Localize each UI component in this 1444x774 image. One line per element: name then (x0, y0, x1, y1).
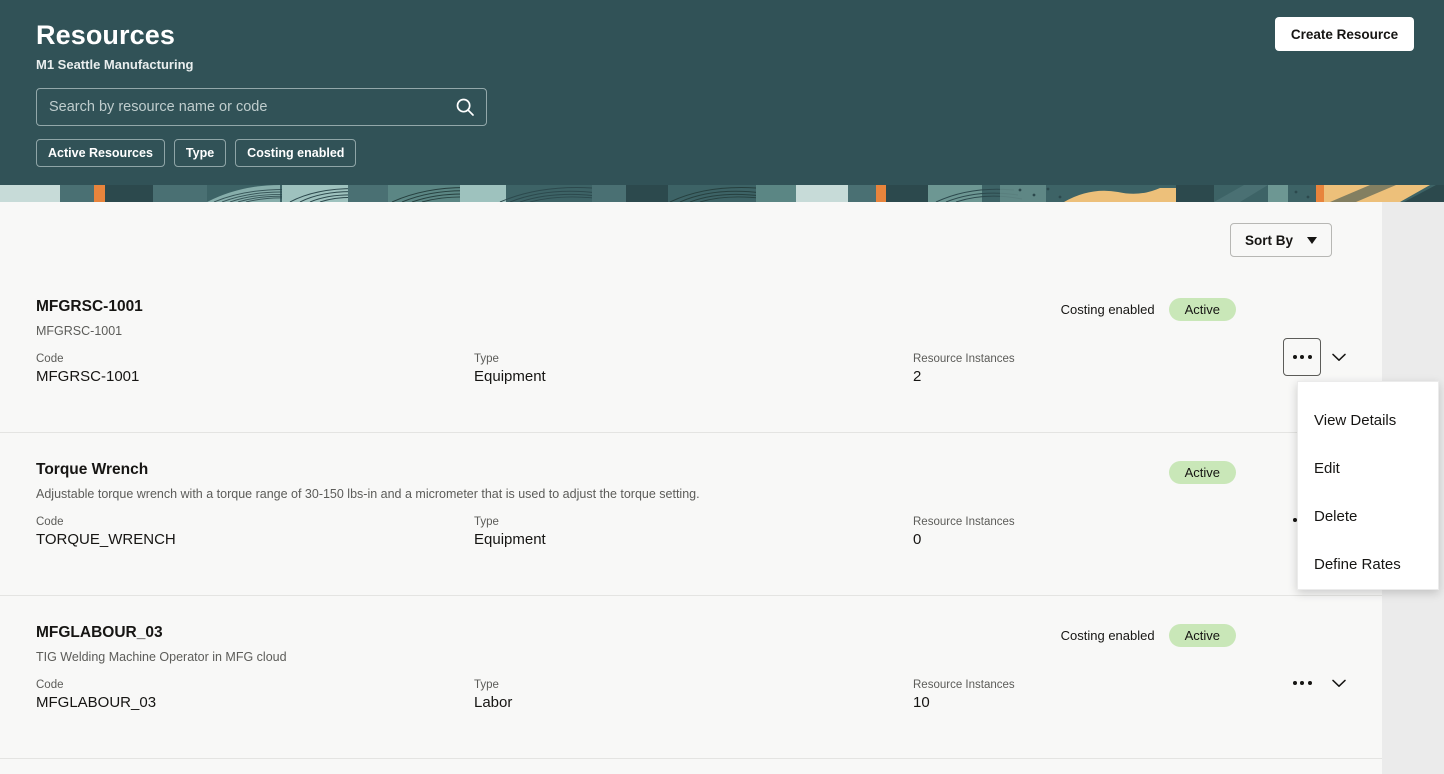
status-badge: Active (1168, 298, 1236, 321)
ellipsis-icon (1292, 355, 1297, 359)
field-label-code: Code (36, 353, 64, 365)
search-input[interactable] (37, 89, 444, 125)
ellipsis-icon (1300, 681, 1304, 685)
page-header: Resources M1 Seattle Manufacturing Creat… (0, 0, 1444, 185)
field-resource-instances: Resource Instances 2 (913, 353, 1015, 385)
status-badge: Active (1168, 461, 1236, 484)
table-row[interactable]: MFGRSC-1001 MFGRSC-1001 Code MFGRSC-1001… (0, 270, 1382, 433)
field-label-instances: Resource Instances (913, 353, 1015, 365)
filter-chip-active-resources[interactable]: Active Resources (36, 139, 165, 167)
page-subtitle: M1 Seattle Manufacturing (36, 57, 194, 72)
field-label-instances: Resource Instances (913, 679, 1015, 691)
banner-pattern-icon (0, 185, 1444, 202)
chevron-down-icon (1307, 236, 1317, 244)
search-icon[interactable] (444, 97, 486, 117)
ellipsis-icon (1292, 681, 1297, 685)
field-label-instances: Resource Instances (913, 516, 1015, 528)
field-resource-instances: Resource Instances 10 (913, 679, 1015, 711)
field-label-type: Type (474, 679, 499, 691)
row-status-group: Costing enabled Active (1061, 624, 1236, 647)
status-badge: Active (1168, 624, 1236, 647)
menu-item-delete[interactable]: Delete (1298, 492, 1438, 540)
menu-item-edit[interactable]: Edit (1298, 444, 1438, 492)
resource-description: Adjustable torque wrench with a torque r… (36, 487, 700, 501)
list-toolbar: Sort By (0, 202, 1382, 270)
field-type: Type Equipment (474, 353, 546, 385)
table-row[interactable]: MFGLABOUR_03 TIG Welding Machine Operato… (0, 596, 1382, 759)
row-expand-chevron-icon[interactable] (1329, 673, 1349, 693)
field-code: Code MFGRSC-1001 (36, 353, 139, 385)
decorative-banner (0, 185, 1444, 202)
field-value-code: TORQUE_WRENCH (36, 531, 176, 548)
row-overflow-menu-button[interactable] (1283, 338, 1321, 376)
ellipsis-icon (1300, 355, 1304, 359)
field-label-code: Code (36, 516, 64, 528)
field-value-code: MFGLABOUR_03 (36, 694, 157, 711)
resource-description: TIG Welding Machine Operator in MFG clou… (36, 650, 287, 664)
row-context-menu: View Details Edit Delete Define Rates (1297, 381, 1439, 590)
ellipsis-icon (1292, 518, 1297, 522)
page-title: Resources (36, 20, 175, 50)
field-value-type: Equipment (474, 368, 546, 385)
resources-panel: Sort By MFGRSC-1001 MFGRSC-1001 Code MFG… (0, 202, 1382, 774)
table-row[interactable]: Torque Wrench Adjustable torque wrench w… (0, 433, 1382, 596)
sort-by-button[interactable]: Sort By (1229, 223, 1332, 257)
filter-chip-costing-enabled[interactable]: Costing enabled (235, 139, 357, 167)
field-value-instances: 2 (913, 368, 922, 385)
field-value-type: Equipment (474, 531, 546, 548)
field-type: Type Equipment (474, 516, 546, 548)
field-label-code: Code (36, 679, 64, 691)
menu-item-view-details[interactable]: View Details (1298, 396, 1438, 444)
row-expand-chevron-icon[interactable] (1329, 347, 1349, 367)
costing-enabled-label: Costing enabled (1060, 302, 1155, 317)
field-value-instances: 10 (913, 694, 930, 711)
field-value-type: Labor (474, 694, 513, 711)
field-value-code: MFGRSC-1001 (36, 368, 140, 385)
resource-name: MFGLABOUR_03 (36, 624, 163, 641)
resource-description: MFGRSC-1001 (36, 324, 123, 338)
menu-item-define-rates[interactable]: Define Rates (1298, 540, 1438, 588)
create-resource-button[interactable]: Create Resource (1275, 17, 1414, 51)
field-label-type: Type (474, 353, 499, 365)
resource-name: Torque Wrench (36, 461, 149, 478)
field-resource-instances: Resource Instances 0 (913, 516, 1015, 548)
ellipsis-icon (1307, 355, 1312, 359)
row-status-group: Costing enabled Active (1061, 298, 1236, 321)
field-value-instances: 0 (913, 531, 922, 548)
field-code: Code MFGLABOUR_03 (36, 679, 156, 711)
ellipsis-icon (1307, 681, 1312, 685)
field-type: Type Labor (474, 679, 512, 711)
sort-by-label: Sort By (1244, 232, 1293, 248)
search-bar[interactable] (36, 88, 487, 126)
row-actions (1283, 664, 1349, 702)
filter-chip-type[interactable]: Type (173, 139, 227, 167)
costing-enabled-label: Costing enabled (1060, 628, 1155, 643)
row-actions (1283, 338, 1349, 376)
filter-chip-list: Active Resources Type Costing enabled (36, 139, 357, 167)
resource-name: MFGRSC-1001 (36, 298, 143, 315)
row-status-group: Active (1155, 461, 1236, 484)
field-code: Code TORQUE_WRENCH (36, 516, 176, 548)
field-label-type: Type (474, 516, 499, 528)
resources-page: Resources M1 Seattle Manufacturing Creat… (0, 0, 1444, 774)
row-overflow-menu-button[interactable] (1283, 664, 1321, 702)
